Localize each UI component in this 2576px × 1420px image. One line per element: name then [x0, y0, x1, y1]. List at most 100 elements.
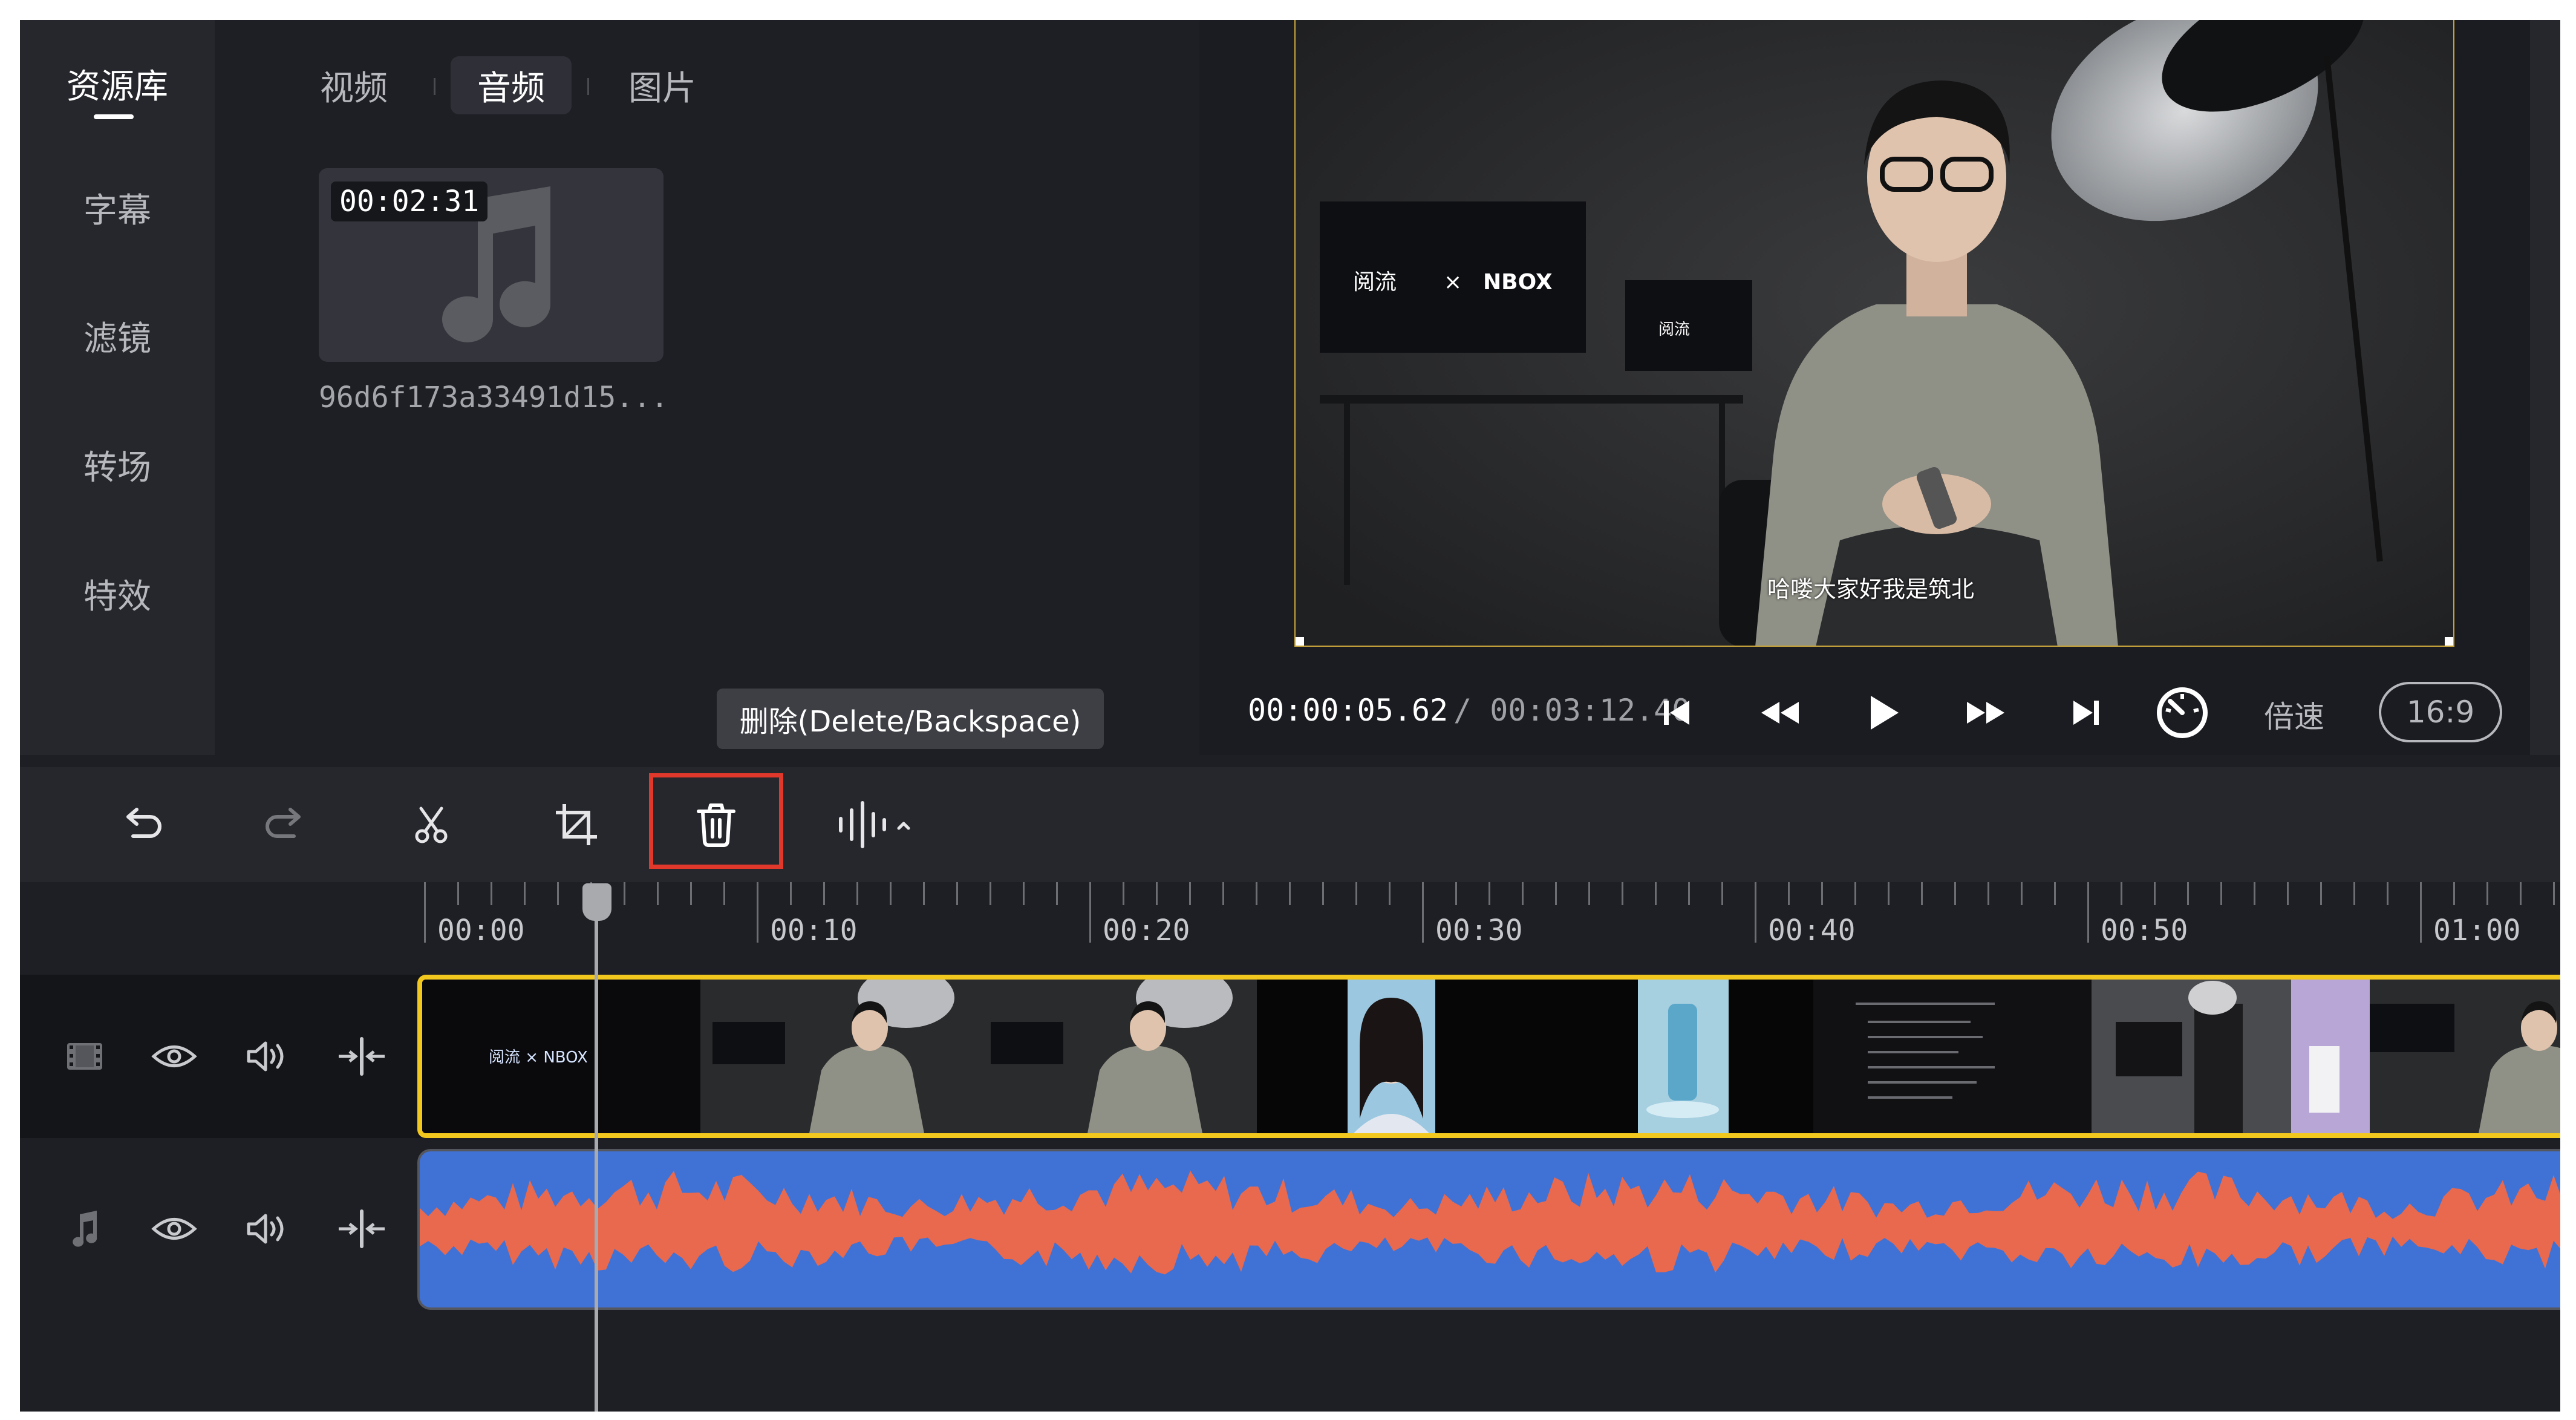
ruler-tick	[1256, 882, 1257, 905]
video-preview-panel: 阅流 × NBOX 阅流 哈喽大家好我是筑北 00:00:05.62 / 00:…	[1199, 20, 2560, 755]
ruler-tick	[2287, 882, 2289, 905]
tab-separator	[434, 78, 435, 95]
delete-tooltip: 删除(Delete/Backspace)	[717, 689, 1104, 749]
ruler-tick	[1023, 882, 1025, 905]
clip-thumbnail: 阅流 × NBOX	[422, 980, 700, 1133]
ruler-tick	[2387, 882, 2389, 905]
volume-icon[interactable]	[241, 1029, 295, 1084]
undo-icon[interactable]	[111, 794, 171, 855]
playhead-handle[interactable]	[582, 883, 611, 921]
ruler-tick	[790, 882, 792, 905]
audio-track	[20, 1144, 2560, 1314]
nav-item-effects[interactable]: 特效	[20, 557, 215, 630]
split-icon[interactable]	[334, 1202, 389, 1256]
ruler-tick	[823, 882, 825, 905]
ruler-tick	[1355, 882, 1357, 905]
tab-images[interactable]: 图片	[602, 56, 723, 114]
ruler-tick	[657, 882, 659, 905]
nav-item-filters[interactable]: 滤镜	[20, 299, 215, 372]
nav-item-transitions[interactable]: 转场	[20, 428, 215, 501]
skip-start-icon[interactable]	[1650, 685, 1704, 740]
edit-toolbar	[20, 767, 2560, 882]
current-time: 00:00:05.62	[1248, 693, 1449, 728]
ruler-tick	[1455, 882, 1457, 905]
ruler-tick	[1788, 882, 1790, 905]
ruler-tick	[2154, 882, 2156, 905]
eye-icon[interactable]	[147, 1029, 201, 1084]
ruler-tick	[1921, 882, 1923, 905]
ruler-tick	[1289, 882, 1291, 905]
video-clip[interactable]: 阅流 × NBOX	[417, 975, 2560, 1138]
preview-scene: 阅流 × NBOX 阅流	[1296, 20, 2453, 646]
ruler-tick	[690, 882, 692, 905]
ruler-tick	[2420, 882, 2422, 943]
timeline-playhead[interactable]	[595, 883, 598, 1412]
aspect-ratio-button[interactable]: 16:9	[2379, 682, 2502, 742]
volume-icon[interactable]	[241, 1202, 295, 1256]
clip-thumbnail	[1535, 980, 1813, 1133]
ruler-label: 00:20	[1103, 914, 1190, 947]
scissors-icon[interactable]	[401, 794, 461, 855]
clip-thumbnail	[2092, 980, 2370, 1133]
speedometer-icon[interactable]	[2155, 685, 2209, 740]
ruler-tick	[1389, 882, 1391, 905]
ruler-tick	[890, 882, 892, 905]
video-editor-app: 资源库 字幕 滤镜 转场 特效 视频 音频 图片 00:02:31 96d6f1…	[20, 20, 2560, 1412]
ruler-tick	[1588, 882, 1590, 905]
left-navigation: 资源库 字幕 滤镜 转场 特效	[20, 20, 215, 755]
nav-item-subtitles[interactable]: 字幕	[20, 171, 215, 244]
ruler-tick	[1888, 882, 1890, 905]
crop-handle[interactable]	[1296, 637, 1304, 646]
ruler-tick	[524, 882, 526, 905]
ruler-label: 00:30	[1435, 914, 1523, 947]
audio-waveform-icon[interactable]	[830, 794, 927, 855]
ruler-tick	[1721, 882, 1723, 905]
ruler-tick	[2353, 882, 2355, 905]
svg-text:阅流: 阅流	[1353, 270, 1397, 295]
ruler-tick	[1189, 882, 1191, 905]
ruler-tick	[2220, 882, 2222, 905]
ruler-tick	[491, 882, 492, 905]
tab-video[interactable]: 视频	[293, 56, 414, 114]
thumbnail-brand-text: 阅流 × NBOX	[489, 1049, 588, 1067]
rewind-icon[interactable]	[1753, 685, 1807, 740]
delete-highlight-box	[649, 773, 783, 869]
split-icon[interactable]	[334, 1029, 389, 1084]
fast-forward-icon[interactable]	[1958, 685, 2013, 740]
audio-asset-card[interactable]: 00:02:31	[319, 168, 664, 362]
eye-icon[interactable]	[147, 1202, 201, 1256]
ruler-tick	[990, 882, 991, 905]
tab-audio[interactable]: 音频	[451, 56, 572, 114]
ruler-tick	[2087, 882, 2089, 943]
ruler-tick	[1854, 882, 1856, 905]
ruler-label: 01:00	[2433, 914, 2521, 947]
asset-filename: 96d6f173a33491d15...	[319, 381, 668, 414]
ruler-tick	[2520, 882, 2522, 905]
film-icon	[57, 1029, 112, 1084]
ruler-tick	[1422, 882, 1424, 943]
ruler-tick	[1987, 882, 1989, 905]
video-subtitle: 哈喽大家好我是筑北	[1767, 576, 1975, 603]
ruler-tick	[424, 882, 426, 943]
clip-thumbnail	[1257, 980, 1535, 1133]
ruler-tick	[1322, 882, 1324, 905]
ruler-label: 00:40	[1768, 914, 1856, 947]
ruler-tick	[2320, 882, 2322, 905]
crop-handle[interactable]	[2445, 637, 2453, 646]
crop-icon[interactable]	[546, 794, 607, 855]
redo-icon[interactable]	[256, 794, 316, 855]
svg-text:×: ×	[1444, 270, 1462, 295]
ruler-tick	[1688, 882, 1690, 905]
nav-item-library[interactable]: 资源库	[20, 47, 215, 120]
preview-scrollbar[interactable]	[2530, 20, 2560, 755]
timeline-ruler[interactable]: 00:00 00:10 00:20 00:30 00:40 00:50 01:0…	[20, 882, 2560, 970]
video-preview-frame[interactable]: 阅流 × NBOX 阅流 哈喽大家好我是筑北	[1294, 20, 2454, 647]
audio-clip[interactable]	[417, 1149, 2560, 1310]
playback-speed-button[interactable]: 倍速	[2264, 693, 2324, 736]
skip-end-icon[interactable]	[2058, 685, 2113, 740]
ruler-tick	[557, 882, 559, 905]
play-icon[interactable]	[1856, 685, 1910, 740]
clip-thumbnail	[2370, 980, 2560, 1133]
ruler-label: 00:00	[437, 914, 525, 947]
ruler-tick	[1954, 882, 1956, 905]
